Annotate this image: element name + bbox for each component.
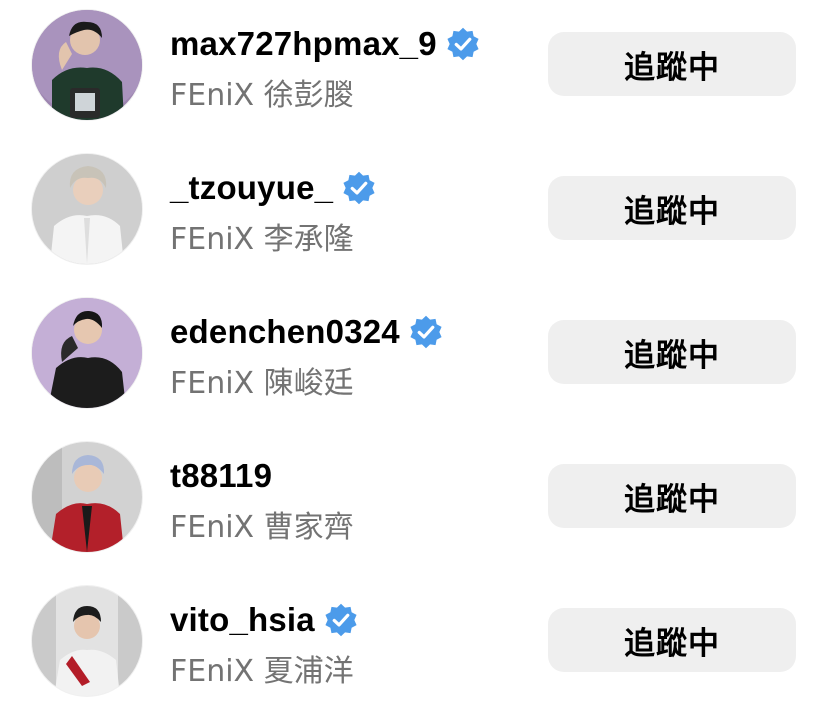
full-name: FEniX 徐彭朡 <box>170 78 354 113</box>
avatar[interactable] <box>32 298 142 408</box>
list-item[interactable]: _tzouyue_ FEniX 李承隆 追蹤中 <box>0 144 828 284</box>
avatar[interactable] <box>32 10 142 120</box>
full-name: FEniX 陳峻廷 <box>170 366 354 401</box>
list-item[interactable]: vito_hsia FEniX 夏浦洋 追蹤中 <box>0 576 828 716</box>
full-name: FEniX 李承隆 <box>170 222 354 257</box>
username-line: max727hpmax_9 <box>170 22 481 66</box>
list-item[interactable]: t88119 FEniX 曹家齊 追蹤中 <box>0 432 828 572</box>
avatar[interactable] <box>32 154 142 264</box>
following-button[interactable]: 追蹤中 <box>548 608 796 672</box>
username[interactable]: max727hpmax_9 <box>170 25 437 63</box>
username[interactable]: vito_hsia <box>170 601 315 639</box>
full-name: FEniX 夏浦洋 <box>170 654 354 689</box>
list-item[interactable]: max727hpmax_9 FEniX 徐彭朡 追蹤中 <box>0 0 828 140</box>
username[interactable]: edenchen0324 <box>170 313 400 351</box>
username-line: vito_hsia <box>170 598 359 642</box>
following-button[interactable]: 追蹤中 <box>548 32 796 96</box>
avatar[interactable] <box>32 442 142 552</box>
verified-badge-icon <box>445 26 481 62</box>
following-button[interactable]: 追蹤中 <box>548 464 796 528</box>
username[interactable]: t88119 <box>170 457 272 495</box>
following-list: max727hpmax_9 FEniX 徐彭朡 追蹤中 _tzouyue_ FE… <box>0 0 828 705</box>
verified-badge-icon <box>323 602 359 638</box>
username-line: _tzouyue_ <box>170 166 377 210</box>
avatar[interactable] <box>32 586 142 696</box>
following-button[interactable]: 追蹤中 <box>548 176 796 240</box>
verified-badge-icon <box>408 314 444 350</box>
full-name: FEniX 曹家齊 <box>170 510 354 545</box>
verified-badge-icon <box>341 170 377 206</box>
username[interactable]: _tzouyue_ <box>170 169 333 207</box>
list-item[interactable]: edenchen0324 FEniX 陳峻廷 追蹤中 <box>0 288 828 428</box>
username-line: edenchen0324 <box>170 310 444 354</box>
username-line: t88119 <box>170 454 272 498</box>
following-button[interactable]: 追蹤中 <box>548 320 796 384</box>
